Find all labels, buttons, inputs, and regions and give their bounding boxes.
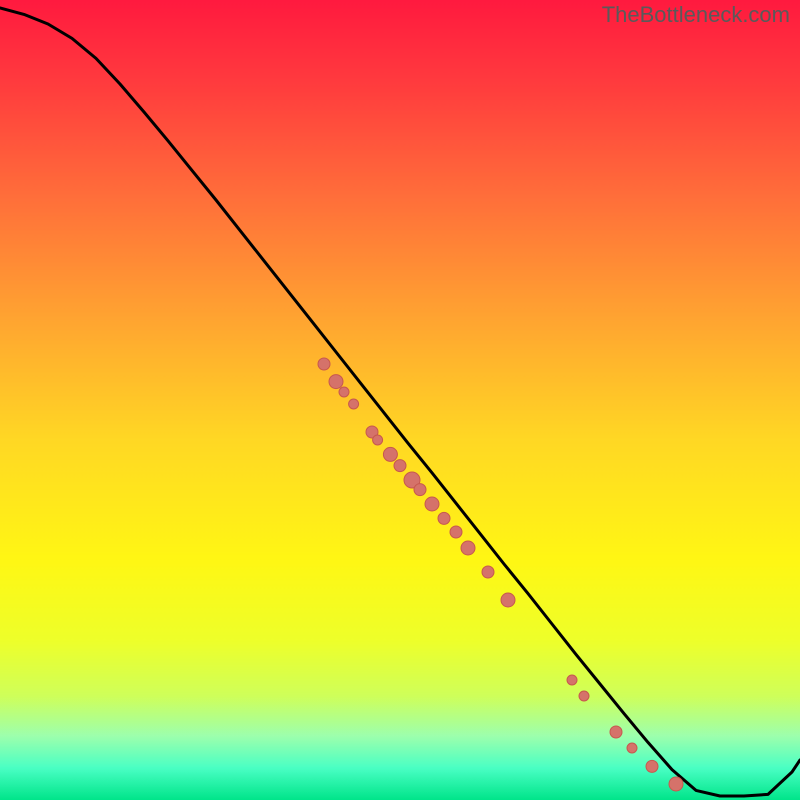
data-point bbox=[425, 497, 439, 511]
data-points-layer bbox=[318, 358, 683, 791]
data-point bbox=[329, 375, 343, 389]
data-point bbox=[394, 460, 406, 472]
data-point bbox=[383, 447, 397, 461]
bottleneck-curve bbox=[0, 8, 800, 796]
data-point bbox=[349, 399, 359, 409]
chart-container: TheBottleneck.com bbox=[0, 0, 800, 800]
data-point bbox=[669, 777, 683, 791]
data-point bbox=[318, 358, 330, 370]
data-point bbox=[567, 675, 577, 685]
data-point bbox=[339, 387, 349, 397]
data-point bbox=[610, 726, 622, 738]
curve-path bbox=[0, 8, 800, 796]
data-point bbox=[627, 743, 637, 753]
data-point bbox=[501, 593, 515, 607]
data-point bbox=[438, 512, 450, 524]
data-point bbox=[414, 484, 426, 496]
data-point bbox=[646, 760, 658, 772]
data-point bbox=[579, 691, 589, 701]
data-point bbox=[373, 435, 383, 445]
data-point bbox=[450, 526, 462, 538]
watermark-text: TheBottleneck.com bbox=[602, 2, 790, 28]
chart-plot-layer bbox=[0, 0, 800, 800]
data-point bbox=[461, 541, 475, 555]
data-point bbox=[482, 566, 494, 578]
